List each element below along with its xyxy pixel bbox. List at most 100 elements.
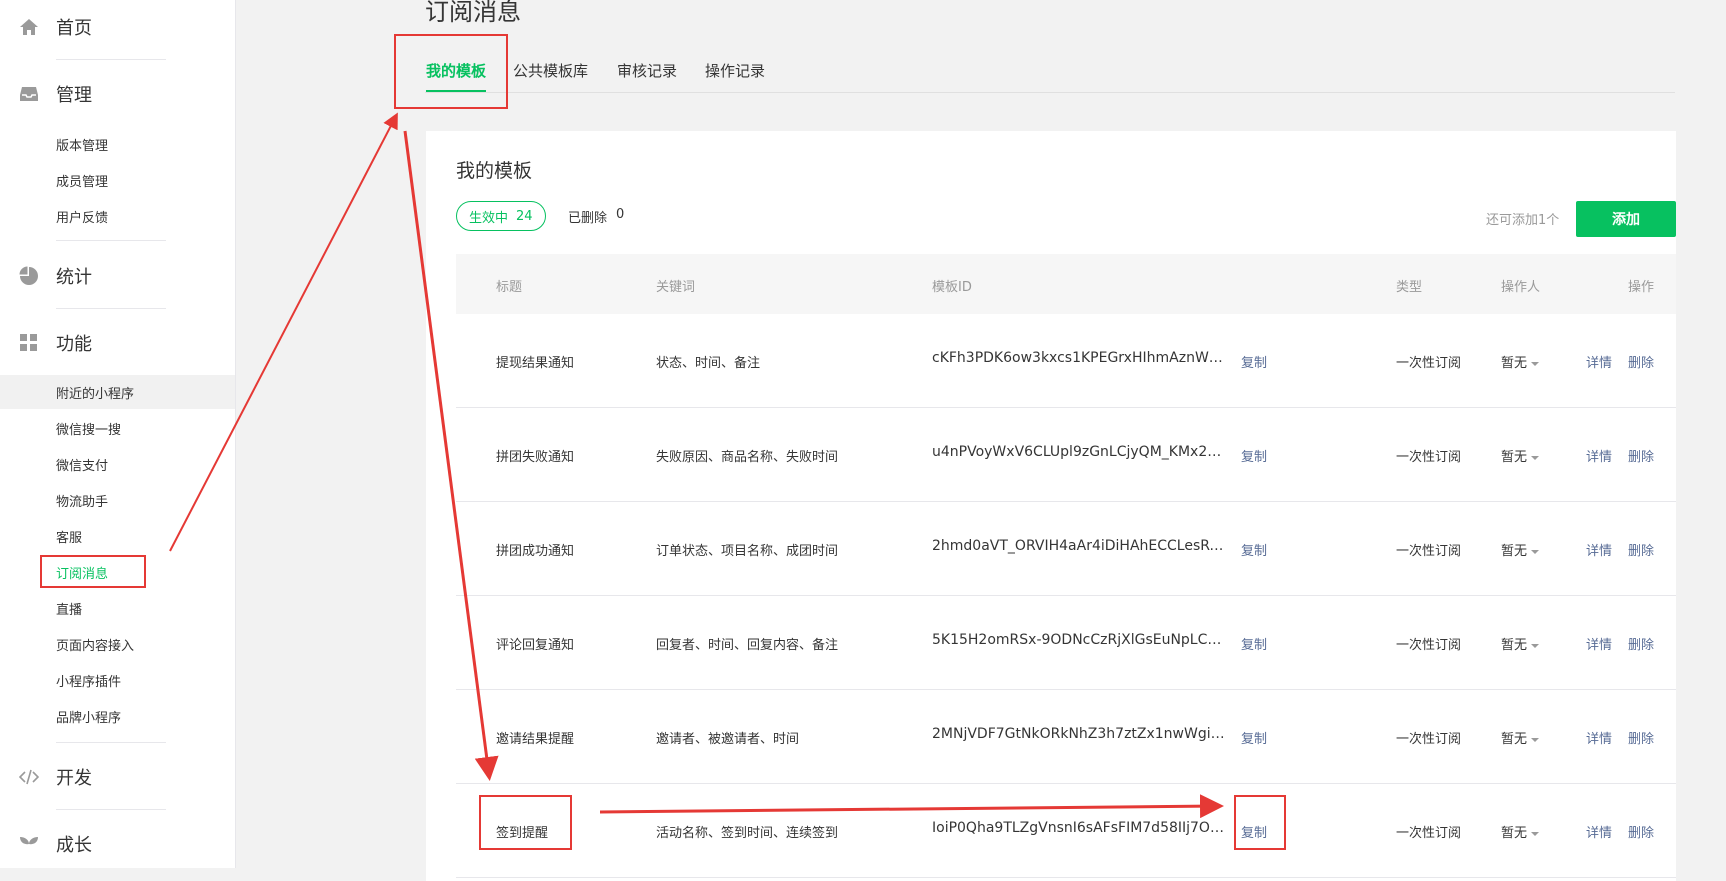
operator-dropdown[interactable]: 暂无 xyxy=(1501,446,1540,465)
sidebar-label-home: 首页 xyxy=(56,18,92,39)
sidebar-item-dev[interactable]: 开发 xyxy=(0,757,235,797)
sidebar-item-label: 页面内容接入 xyxy=(56,638,135,654)
sidebar-label-features: 功能 xyxy=(56,334,92,355)
sidebar-item-home[interactable]: 首页 xyxy=(0,7,235,47)
copy-link[interactable]: 复制 xyxy=(1241,540,1267,559)
sidebar-item-label: 物流助手 xyxy=(56,494,109,510)
operator-dropdown[interactable]: 暂无 xyxy=(1501,728,1540,747)
delete-link[interactable]: 删除 xyxy=(1628,352,1654,371)
detail-link[interactable]: 详情 xyxy=(1586,352,1612,371)
sidebar-item-service[interactable]: 客服 xyxy=(0,519,235,553)
row-title: 拼团失败通知 xyxy=(496,450,575,465)
sidebar-item-members[interactable]: 成员管理 xyxy=(0,163,235,197)
sidebar-item-plugin[interactable]: 小程序插件 xyxy=(0,663,235,697)
row-template-id: IoiP0Qha9TLZgVnsnI6sAFsFIM7d58IIj7O3f... xyxy=(932,820,1227,836)
detail-link[interactable]: 详情 xyxy=(1586,634,1612,653)
row-operator: 暂无 xyxy=(1501,638,1528,653)
delete-link[interactable]: 删除 xyxy=(1628,822,1654,841)
annotation-box-title xyxy=(479,795,572,850)
sidebar-item-feedback[interactable]: 用户反馈 xyxy=(0,199,235,233)
sidebar-item-label: 直播 xyxy=(56,602,83,618)
template-table: 标题 关键词 模板ID 类型 操作人 操作 提现结果通知 状态、时间、备注 cKFh… xyxy=(456,254,1676,878)
row-keywords: 订单状态、项目名称、成团时间 xyxy=(656,544,839,559)
row-operator: 暂无 xyxy=(1501,544,1528,559)
sidebar-item-features[interactable]: 功能 xyxy=(0,323,235,363)
table-row: 签到提醒 活动名称、签到时间、连续签到 IoiP0Qha9TLZgVnsnI6sAF… xyxy=(456,784,1676,878)
filter-deleted[interactable]: 已删除 0 xyxy=(568,207,624,226)
chevron-down-icon xyxy=(1531,643,1540,648)
filter-deleted-label: 已删除 xyxy=(568,211,608,226)
sidebar-item-version[interactable]: 版本管理 xyxy=(0,127,235,161)
chevron-down-icon xyxy=(1531,737,1540,742)
detail-link[interactable]: 详情 xyxy=(1586,728,1612,747)
sidebar-item-label: 成员管理 xyxy=(56,174,109,190)
table-header: 标题 关键词 模板ID 类型 操作人 操作 xyxy=(456,254,1676,314)
filter-active[interactable]: 生效中 24 xyxy=(456,201,546,231)
inbox-icon xyxy=(20,87,38,101)
sidebar-item-nearby[interactable]: 附近的小程序 xyxy=(0,375,235,409)
home-icon xyxy=(20,19,38,35)
table-row: 提现结果通知 状态、时间、备注 cKFh3PDK6ow3kxcs1KPEGrxHIh… xyxy=(456,314,1676,408)
row-operator: 暂无 xyxy=(1501,732,1528,747)
sidebar-item-growth[interactable]: 成长 xyxy=(0,824,235,864)
sidebar-item-brand[interactable]: 品牌小程序 xyxy=(0,699,235,733)
row-template-id: cKFh3PDK6ow3kxcs1KPEGrxHIhmAznW4u... xyxy=(932,350,1227,366)
sidebar-item-live[interactable]: 直播 xyxy=(0,591,235,625)
sidebar-item-label: 用户反馈 xyxy=(56,210,109,226)
delete-link[interactable]: 删除 xyxy=(1628,446,1654,465)
row-template-id: 5K15H2omRSx-9ODNcCzRjXlGsEuNpLCgt... xyxy=(932,632,1227,648)
sidebar: 首页 管理 版本管理 成员管理 用户反馈 统计 功能 附近的小程序 微信搜一搜 … xyxy=(0,0,236,868)
row-type: 一次性订阅 xyxy=(1396,638,1462,653)
detail-link[interactable]: 详情 xyxy=(1586,446,1612,465)
row-type: 一次性订阅 xyxy=(1396,826,1462,841)
sidebar-item-label: 微信支付 xyxy=(56,458,109,474)
operator-dropdown[interactable]: 暂无 xyxy=(1501,352,1540,371)
row-type: 一次性订阅 xyxy=(1396,732,1462,747)
chevron-down-icon xyxy=(1531,455,1540,460)
copy-link[interactable]: 复制 xyxy=(1241,446,1267,465)
sidebar-item-label: 客服 xyxy=(56,530,83,546)
detail-link[interactable]: 详情 xyxy=(1586,540,1612,559)
header-template-id: 模板ID xyxy=(932,280,972,295)
sidebar-item-content[interactable]: 页面内容接入 xyxy=(0,627,235,661)
copy-link[interactable]: 复制 xyxy=(1241,634,1267,653)
divider xyxy=(56,742,166,743)
sidebar-item-search[interactable]: 微信搜一搜 xyxy=(0,411,235,445)
header-actions: 操作 xyxy=(1628,280,1655,295)
divider xyxy=(56,59,166,60)
copy-link[interactable]: 复制 xyxy=(1241,352,1267,371)
chevron-down-icon xyxy=(1531,361,1540,366)
add-button[interactable]: 添加 xyxy=(1576,201,1676,237)
sidebar-item-manage[interactable]: 管理 xyxy=(0,74,235,114)
operator-dropdown[interactable]: 暂无 xyxy=(1501,822,1540,841)
row-template-id: 2MNjVDF7GtNkORkNhZ3h7ztZx1nwWgiR... xyxy=(932,726,1227,742)
sidebar-item-stats[interactable]: 统计 xyxy=(0,256,235,296)
filter-active-label: 生效中 xyxy=(469,210,509,226)
row-template-id: u4nPVoyWxV6CLUpl9zGnLCjyQM_KMx2ky... xyxy=(932,444,1227,460)
row-title: 提现结果通知 xyxy=(496,356,575,371)
copy-link[interactable]: 复制 xyxy=(1241,728,1267,747)
card-title: 我的模板 xyxy=(456,160,533,182)
row-keywords: 活动名称、签到时间、连续签到 xyxy=(656,826,839,841)
sidebar-label-dev: 开发 xyxy=(56,768,92,789)
sidebar-label-manage: 管理 xyxy=(56,85,92,106)
operator-dropdown[interactable]: 暂无 xyxy=(1501,634,1540,653)
tab-operation-records[interactable]: 操作记录 xyxy=(705,60,765,90)
filter-deleted-count: 0 xyxy=(616,207,625,222)
sidebar-item-logistics[interactable]: 物流助手 xyxy=(0,483,235,517)
sidebar-item-pay[interactable]: 微信支付 xyxy=(0,447,235,481)
delete-link[interactable]: 删除 xyxy=(1628,728,1654,747)
tab-public-library[interactable]: 公共模板库 xyxy=(513,60,588,90)
tab-review-records[interactable]: 审核记录 xyxy=(617,60,677,90)
delete-link[interactable]: 删除 xyxy=(1628,634,1654,653)
divider xyxy=(56,809,166,810)
sidebar-label-stats: 统计 xyxy=(56,267,92,288)
delete-link[interactable]: 删除 xyxy=(1628,540,1654,559)
detail-link[interactable]: 详情 xyxy=(1586,822,1612,841)
row-type: 一次性订阅 xyxy=(1396,544,1462,559)
annotation-box-copy xyxy=(1234,795,1286,850)
operator-dropdown[interactable]: 暂无 xyxy=(1501,540,1540,559)
row-type: 一次性订阅 xyxy=(1396,356,1462,371)
grid-icon xyxy=(20,334,37,351)
row-title: 邀请结果提醒 xyxy=(496,732,575,747)
